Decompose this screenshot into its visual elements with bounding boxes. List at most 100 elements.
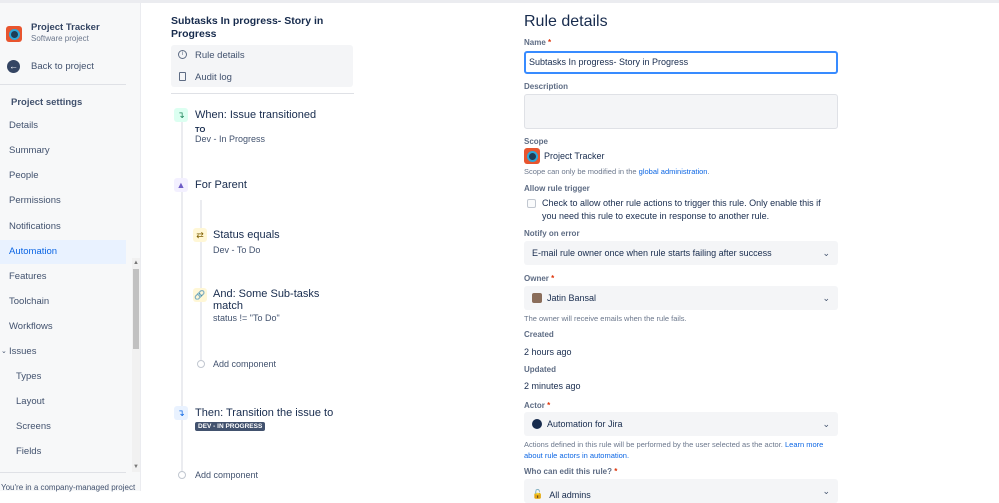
sidebar-item-details[interactable]: Details [0,114,126,138]
sidebar-item-summary[interactable]: Summary [0,139,126,163]
required-marker: * [547,401,551,410]
link-icon: 🔗 [193,288,207,302]
sidebar-item-features[interactable]: Features [0,265,126,289]
created-value: 2 hours ago [524,347,572,357]
project-logo-icon [524,148,540,164]
trigger-title[interactable]: When: Issue transitioned [195,109,316,121]
sidebar-item-layout[interactable]: Layout [0,390,126,414]
allow-trigger-checkbox[interactable] [527,199,536,208]
automation-avatar-icon [532,419,542,429]
sidebar-item-fields[interactable]: Fields [0,440,126,464]
select-value: Jatin Bansal [547,293,597,303]
condition-title[interactable]: Status equals [213,229,280,241]
section-heading: Project settings [11,97,83,108]
sidebar-item-issues[interactable]: Issues [0,340,126,364]
updated-value: 2 minutes ago [524,381,581,391]
description-label: Description [524,82,569,91]
allow-trigger-text: Check to allow other rule actions to tri… [542,198,821,221]
sidebar-item-toolchain[interactable]: Toolchain [0,290,126,314]
owner-label: Owner * [524,274,554,283]
description-input[interactable] [524,94,838,129]
actor-select[interactable]: Automation for Jira ⌄ [524,412,838,436]
add-circle-icon [197,360,205,368]
name-input[interactable]: Subtasks In progress- Story in Progress [524,51,838,74]
sidebar-scrollbar-thumb[interactable] [133,269,139,349]
menu-audit-log[interactable]: Audit log [171,67,353,87]
updated-label: Updated [524,365,556,374]
condition-value: Dev - To Do [213,245,261,255]
sidebar-item-people[interactable]: People [0,164,126,188]
created-label: Created [524,330,554,339]
select-value: E-mail rule owner once when rule starts … [532,248,772,258]
rule-title: Subtasks In progress- Story in Progress [171,15,324,40]
scroll-down-icon[interactable]: ▼ [133,464,139,470]
top-border [0,0,999,3]
divider [0,84,126,85]
menu-label: Audit log [195,72,232,83]
project-logo-icon [6,26,22,42]
help-text: . [707,167,710,176]
document-icon [179,72,186,81]
transition-icon: ↴ [174,406,188,420]
sidebar-item-screens[interactable]: Screens [0,415,126,439]
label-text: Actor [524,401,545,410]
required-marker: * [551,274,555,283]
divider [0,472,126,473]
info-icon: i [178,50,187,59]
global-admin-link[interactable]: global administration [639,167,708,176]
menu-rule-details[interactable]: i Rule details [171,46,353,66]
branch-icon: ▲ [174,178,188,192]
menu-label: Rule details [195,50,245,61]
trigger-icon: ↴ [174,108,188,122]
scope-help: Scope can only be modified in the global… [524,167,710,176]
select-value: Automation for Jira [547,419,623,429]
required-marker: * [614,467,618,476]
sidebar-item-automation[interactable]: Automation [0,240,126,264]
trigger-label: TO [195,125,206,134]
actor-label: Actor * [524,401,550,410]
sidebar-item-workflows[interactable]: Workflows [0,315,126,339]
condition-value: status != "To Do" [213,313,280,323]
allow-trigger-label: Allow rule trigger [524,184,590,193]
label-text: Who can edit this rule? [524,467,613,476]
project-name: Project Tracker [31,22,100,33]
name-label: Name * [524,38,551,47]
chevron-down-icon: ⌄ [822,485,830,496]
back-to-project-link[interactable]: ← Back to project [0,58,140,76]
owner-select[interactable]: Jatin Bansal ⌄ [524,286,838,310]
action-title[interactable]: Then: Transition the issue to [195,407,333,419]
scope-value: Project Tracker [544,151,605,161]
arrow-left-icon: ← [7,60,20,73]
scroll-up-icon[interactable]: ▲ [133,260,139,266]
branch-title[interactable]: For Parent [195,179,247,191]
edit-permission-select[interactable]: 🔓 All admins ⌄ [524,479,838,503]
notify-label: Notify on error [524,229,580,238]
lock-icon: 🔓 [532,488,544,499]
trigger-value: Dev - In Progress [195,134,266,144]
chevron-down-icon: ⌄ [822,247,830,258]
back-label: Back to project [31,61,94,72]
help-text: Scope can only be modified in the [524,167,639,176]
project-type: Software project [31,34,89,43]
condition-title[interactable]: And: Some Sub-tasks match [213,288,333,312]
add-component-button[interactable]: Add component [213,359,276,369]
divider [171,93,354,94]
shuffle-icon: ⇄ [193,228,207,242]
chevron-down-icon: ⌄ [822,418,830,429]
help-text: Actions defined in this rule will be per… [524,440,785,449]
actor-help: Actions defined in this rule will be per… [524,440,840,461]
add-component-button[interactable]: Add component [195,470,258,480]
details-heading: Rule details [524,13,608,30]
sidebar-item-notifications[interactable]: Notifications [0,215,126,239]
sidebar-item-permissions[interactable]: Permissions [0,189,126,213]
select-value: All admins [549,490,591,500]
label-text: Name [524,38,546,47]
add-circle-icon [178,471,186,479]
sidebar-item-types[interactable]: Types [0,365,126,389]
label-text: Owner [524,274,549,283]
notify-select[interactable]: E-mail rule owner once when rule starts … [524,241,838,265]
scope-label: Scope [524,137,549,146]
flow-line [181,122,183,474]
chevron-down-icon: ⌄ [822,292,830,303]
sidebar: Project Tracker Software project ← Back … [0,3,141,492]
